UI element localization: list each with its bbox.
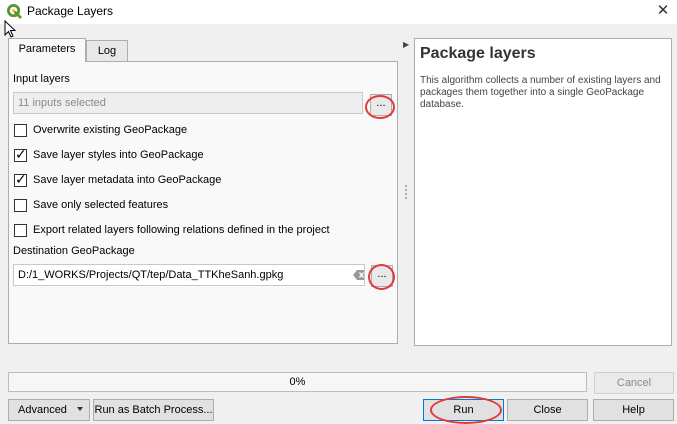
window-title: Package Layers	[27, 4, 114, 18]
input-layers-label: Input layers	[13, 73, 70, 85]
checkbox-label: Overwrite existing GeoPackage	[33, 124, 188, 136]
panel-splitter[interactable]: ▶	[401, 40, 411, 345]
help-button[interactable]: Help	[593, 399, 674, 421]
checkbox-row-overwrite[interactable]: ✓ Overwrite existing GeoPackage	[14, 122, 187, 138]
help-panel: Package layers This algorithm collects a…	[414, 38, 672, 346]
checkbox-row-selected-only[interactable]: ✓ Save only selected features	[14, 197, 168, 213]
checkbox-row-save-styles[interactable]: ✓ Save layer styles into GeoPackage	[14, 145, 204, 163]
advanced-dropdown-button[interactable]: Advanced	[8, 399, 90, 421]
splitter-handle-icon[interactable]	[405, 185, 407, 199]
destination-browse-button[interactable]: ...	[371, 265, 393, 287]
clear-field-icon[interactable]	[353, 270, 365, 280]
input-layers-field[interactable]: 11 inputs selected	[13, 92, 363, 114]
destination-path-input[interactable]: D:/1_WORKS/Projects/QT/tep/Data_TTKheSan…	[13, 264, 365, 286]
help-title: Package layers	[420, 45, 536, 62]
run-button[interactable]: Run	[423, 399, 504, 421]
run-as-batch-button[interactable]: Run as Batch Process...	[93, 399, 214, 421]
input-layers-browse-button[interactable]: ...	[370, 94, 392, 116]
destination-label: Destination GeoPackage	[13, 245, 135, 257]
tab-parameters[interactable]: Parameters	[8, 38, 86, 62]
checkbox-label: Save only selected features	[33, 199, 169, 211]
destination-path-text: D:/1_WORKS/Projects/QT/tep/Data_TTKheSan…	[18, 269, 284, 281]
qgis-logo-icon	[7, 4, 22, 19]
close-button[interactable]: Close	[507, 399, 588, 421]
title-bar: Package Layers ✕	[0, 0, 677, 24]
progress-bar: 0%	[8, 372, 587, 392]
advanced-label: Advanced	[18, 404, 67, 416]
mouse-cursor-icon	[4, 20, 17, 38]
save-metadata-checkbox[interactable]: ✓	[14, 170, 27, 187]
expand-arrow-icon[interactable]: ▶	[403, 40, 409, 49]
checkbox-label: Save layer styles into GeoPackage	[33, 149, 204, 161]
export-related-checkbox[interactable]: ✓	[14, 223, 27, 237]
progress-text: 0%	[289, 376, 306, 388]
checkbox-row-export-related[interactable]: ✓ Export related layers following relati…	[14, 222, 330, 238]
dropdown-arrow-icon	[77, 407, 83, 411]
parameters-panel: Input layers 11 inputs selected ... ✓ Ov…	[8, 61, 398, 344]
close-window-button[interactable]: ✕	[649, 0, 677, 24]
selected-only-checkbox[interactable]: ✓	[14, 198, 27, 212]
checkbox-label: Save layer metadata into GeoPackage	[33, 174, 222, 186]
help-description: This algorithm collects a number of exis…	[420, 75, 661, 110]
overwrite-checkbox[interactable]: ✓	[14, 123, 27, 137]
tab-log[interactable]: Log	[86, 40, 128, 62]
checkbox-label: Export related layers following relation…	[33, 224, 330, 236]
checkmark-icon: ✓	[15, 170, 27, 187]
cancel-button[interactable]: Cancel	[594, 372, 674, 394]
checkmark-icon: ✓	[15, 145, 27, 162]
checkbox-row-save-metadata[interactable]: ✓ Save layer metadata into GeoPackage	[14, 170, 222, 188]
save-styles-checkbox[interactable]: ✓	[14, 145, 27, 162]
